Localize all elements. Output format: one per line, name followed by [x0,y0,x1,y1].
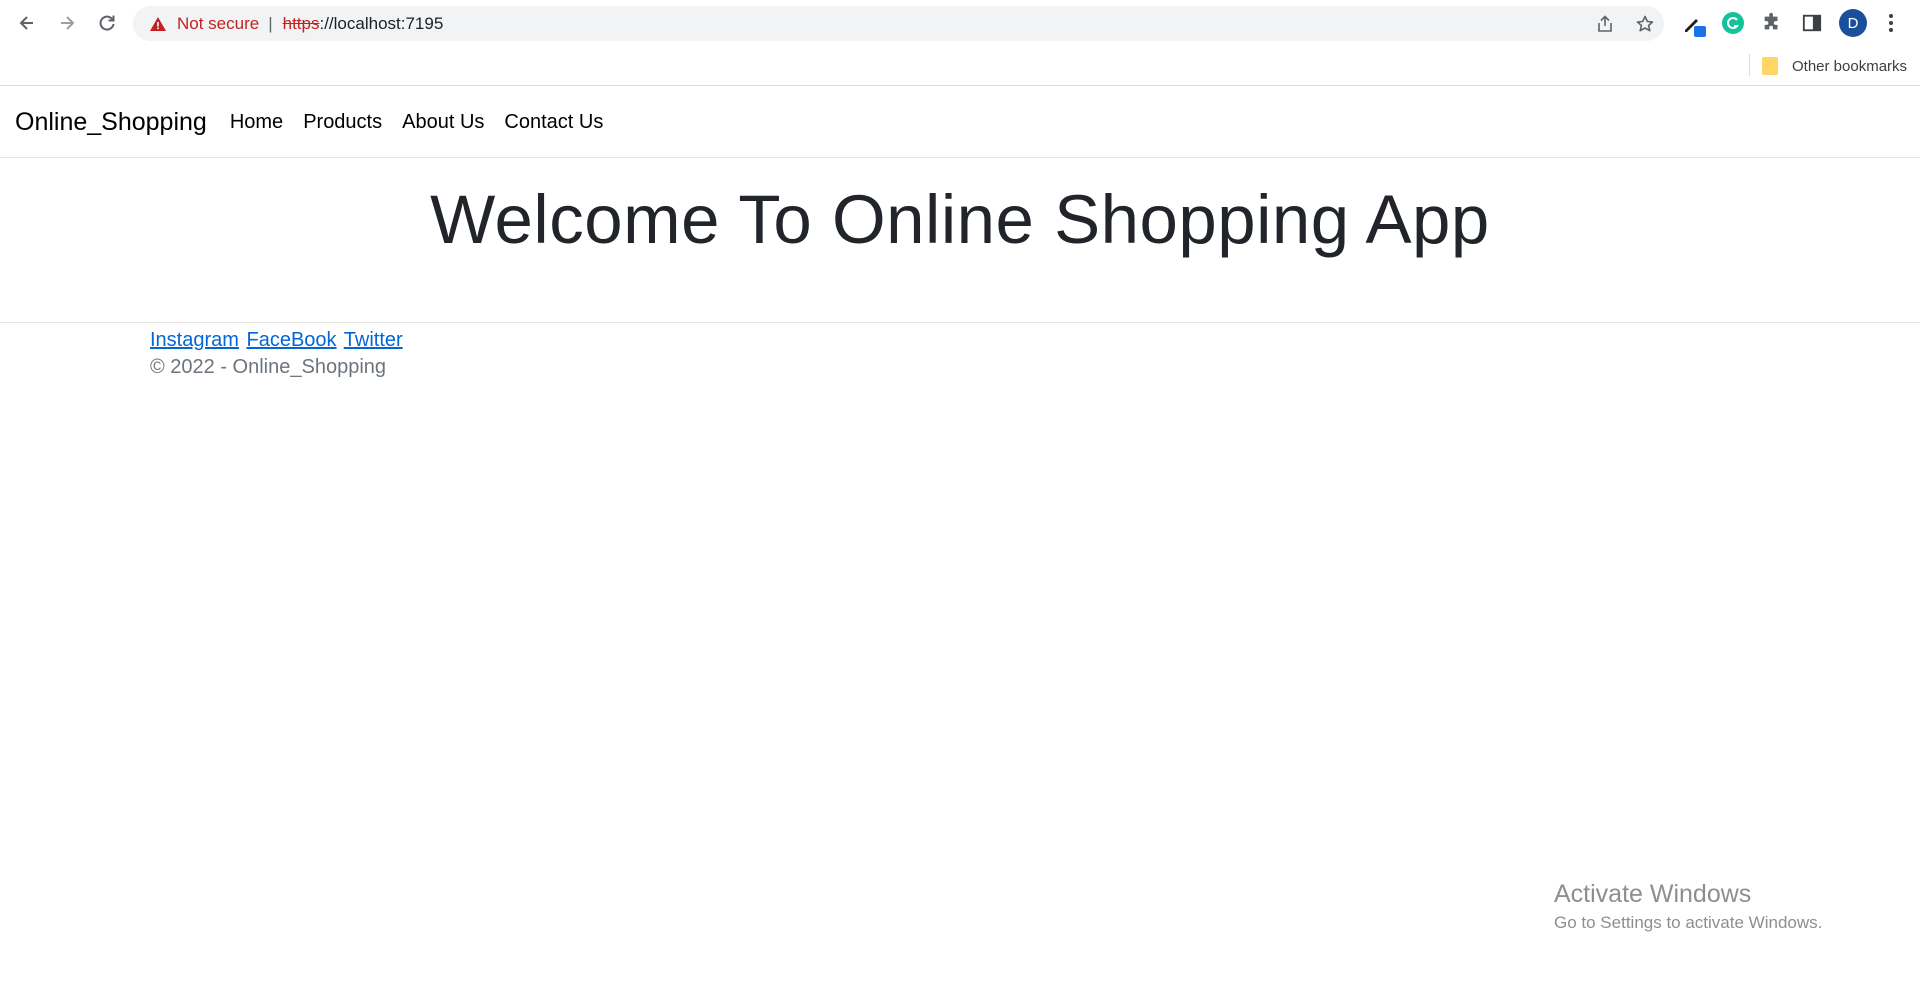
bookmarks-divider [1749,54,1750,76]
social-links: Instagram FaceBook Twitter [150,329,1920,352]
reload-button[interactable] [88,8,126,38]
sidepanel-icon[interactable] [1798,9,1826,37]
nav-contact-link[interactable]: Contact Us [504,111,603,134]
profile-button[interactable]: D [1839,9,1867,37]
site-navbar: Online_Shopping Home Products About Us C… [0,87,1920,158]
address-separator: | [268,13,273,33]
nav-home-link[interactable]: Home [230,111,283,134]
browser-toolbar: Not secure | https://localhost:7195 D [0,0,1920,46]
grammarly-icon[interactable] [1719,9,1747,37]
star-icon[interactable] [1634,13,1656,35]
nav-about-link[interactable]: About Us [402,111,484,134]
reload-icon [99,15,115,31]
facebook-link[interactable]: FaceBook [247,329,337,351]
folder-icon [1762,57,1778,75]
share-icon[interactable] [1594,13,1616,35]
nav-products-link[interactable]: Products [303,111,382,134]
puzzle-icon[interactable] [1758,9,1786,37]
instagram-link[interactable]: Instagram [150,329,239,351]
avatar: D [1839,9,1867,37]
eyedropper-icon[interactable] [1680,9,1708,37]
bookmarks-bar: Other bookmarks [0,46,1920,86]
url-host: ://localhost:7195 [319,13,444,33]
other-bookmarks-button[interactable]: Other bookmarks [1762,54,1907,78]
forward-button[interactable] [48,8,86,38]
brand-link[interactable]: Online_Shopping [15,108,207,137]
security-status[interactable]: Not secure [177,14,259,34]
activate-windows-title: Activate Windows [1554,880,1752,908]
url-scheme: https [282,13,320,33]
back-icon [19,16,33,30]
activate-windows-subtitle: Go to Settings to activate Windows. [1554,913,1823,932]
twitter-link[interactable]: Twitter [344,329,403,351]
hero-section: Welcome To Online Shopping App [0,180,1920,259]
warning-icon [149,15,167,33]
back-button[interactable] [8,8,46,38]
page-title: Welcome To Online Shopping App [430,181,1490,258]
other-bookmarks-label: Other bookmarks [1792,57,1908,75]
kebab-menu-icon[interactable] [1877,9,1905,37]
activate-windows-watermark: Activate Windows Go to Settings to activ… [1554,880,1822,933]
site-footer: Instagram FaceBook Twitter © 2022 - Onli… [0,322,1920,379]
nav-links: Home Products About Us Contact Us [230,111,624,134]
address-bar[interactable]: Not secure | https://localhost:7195 [133,6,1664,41]
forward-icon [61,16,75,30]
url-text: https://localhost:7195 [283,14,444,34]
copyright-text: © 2022 - Online_Shopping [150,356,387,378]
